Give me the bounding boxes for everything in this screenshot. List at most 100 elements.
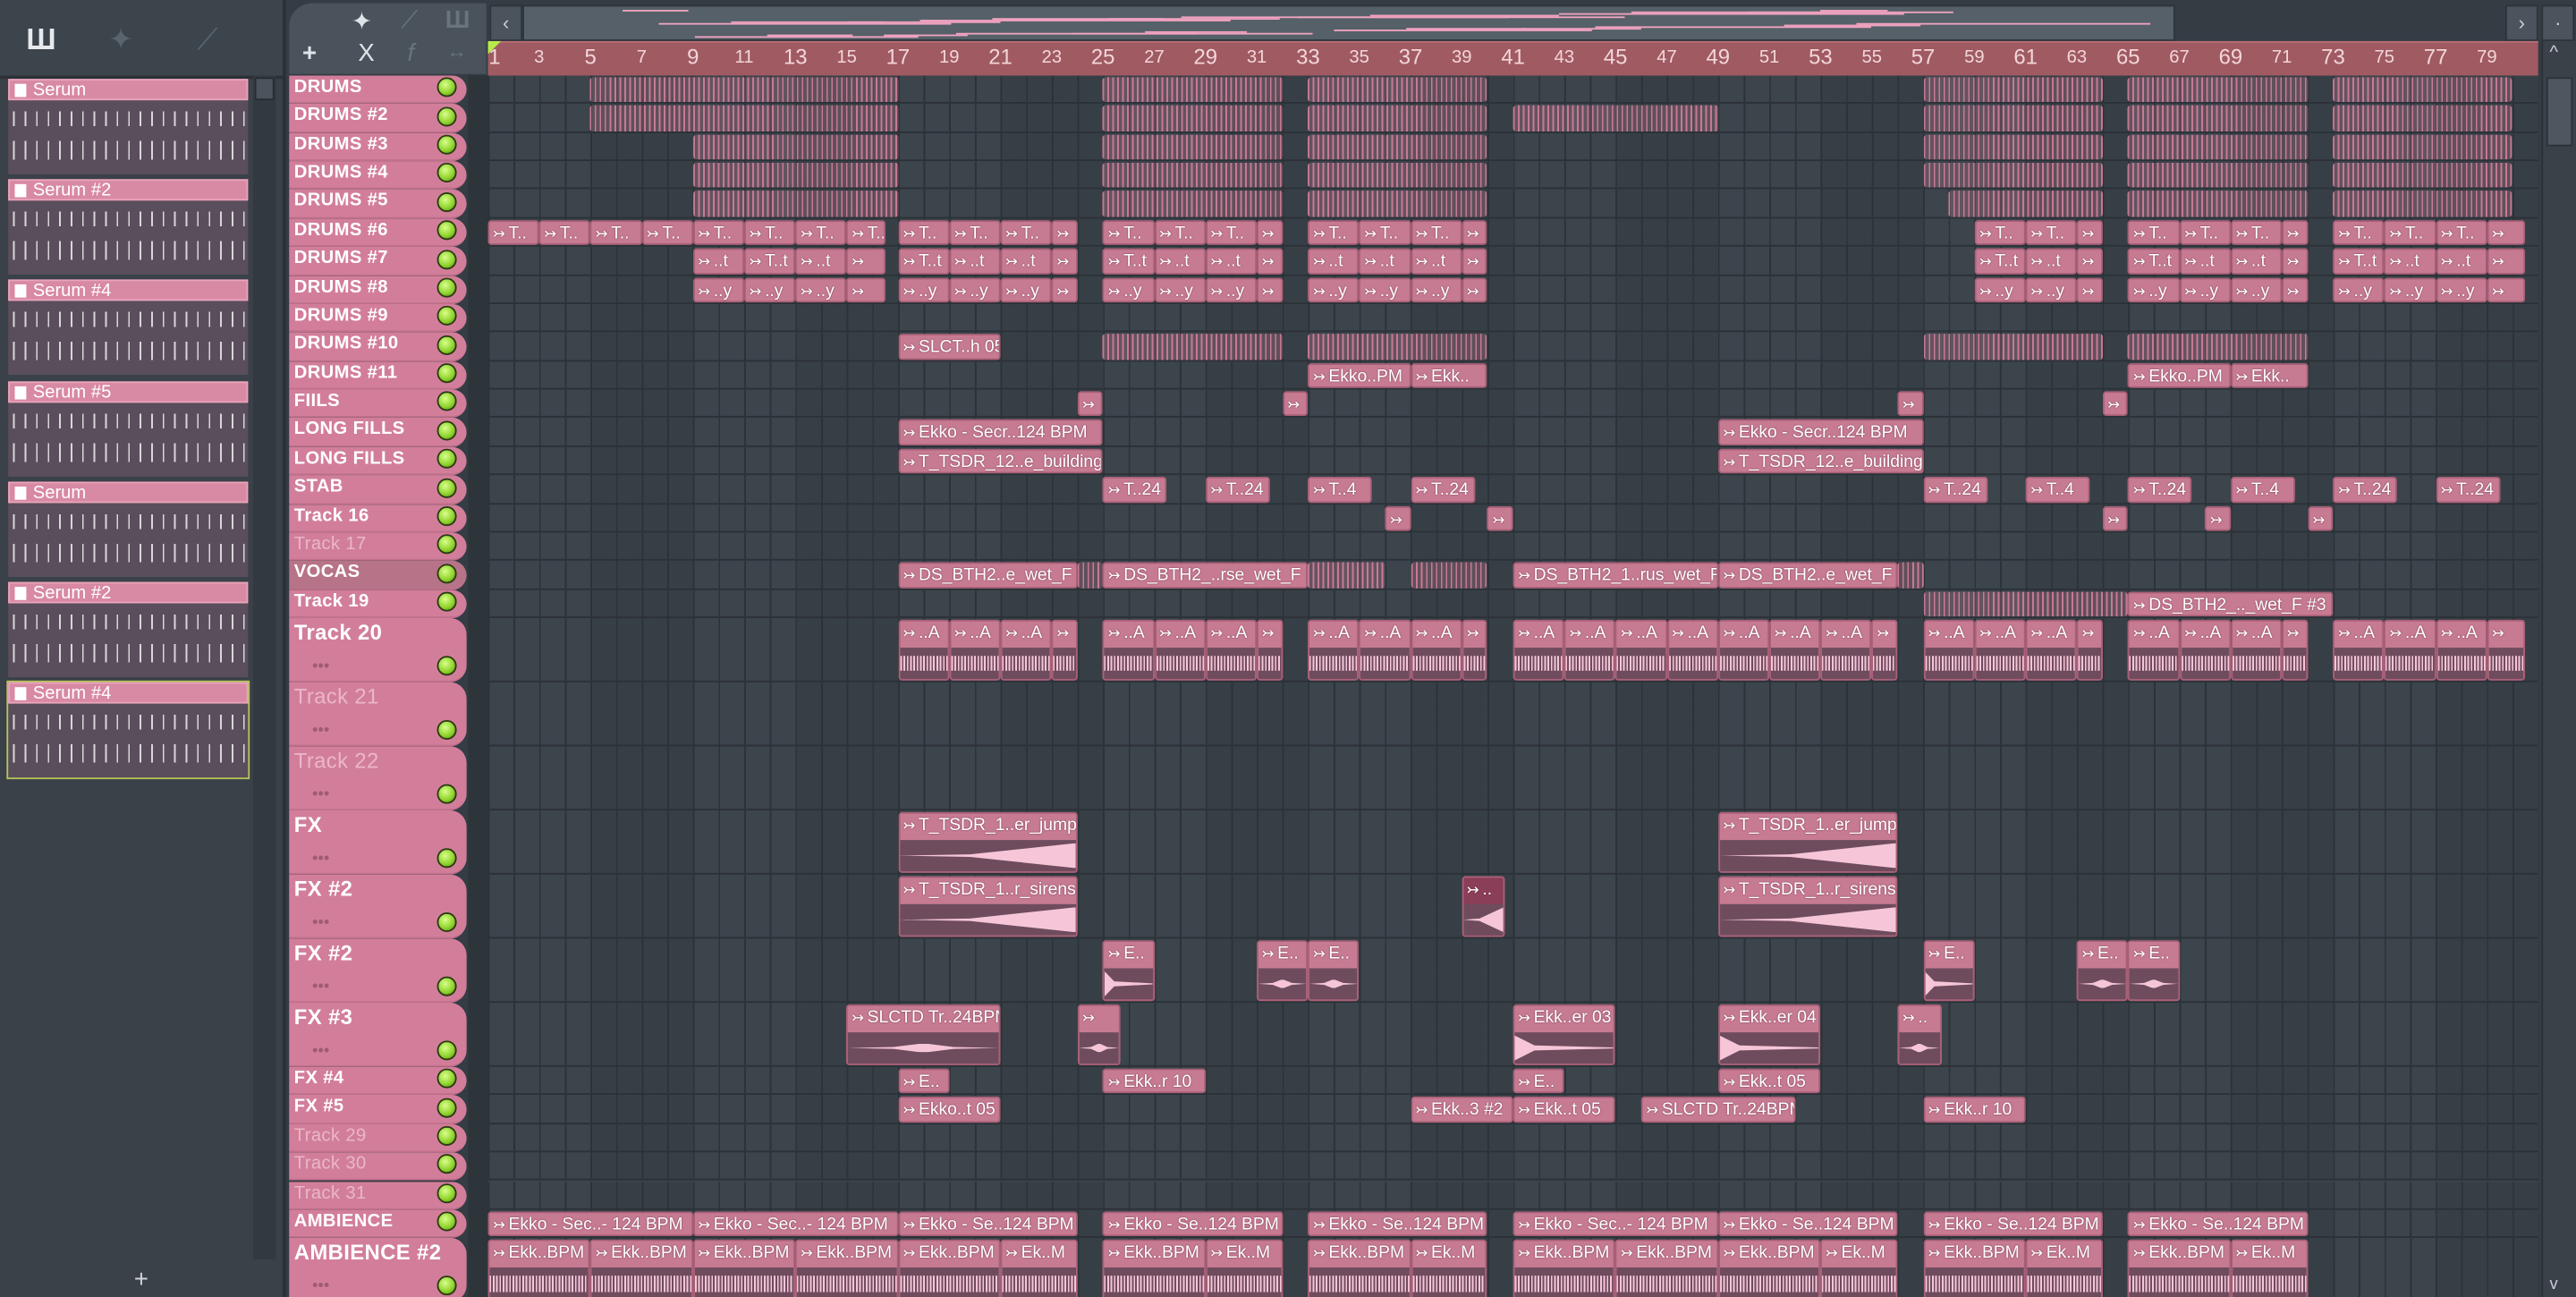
pattern-clip[interactable] — [1308, 106, 1487, 131]
audio-clip[interactable]: ↣ ..y — [1154, 276, 1206, 303]
track-header[interactable]: AMBIENCE — [289, 1209, 467, 1239]
track-header[interactable]: DRUMS #2 — [289, 104, 467, 133]
pattern-clip[interactable] — [2128, 77, 2308, 103]
audio-clip[interactable]: ↣ — [1257, 619, 1283, 681]
audio-clip[interactable]: ↣ ..y — [1103, 276, 1155, 303]
track-header[interactable]: Track 17 — [289, 532, 467, 562]
track-enable-led[interactable] — [436, 249, 457, 269]
pattern-clip[interactable] — [1923, 77, 2103, 103]
track-row[interactable]: ↣ SLCTD Tr..24BPM ↣ ↣ Ekk..er 03 ↣ Ekk..er 04 ↣… — [487, 1003, 2538, 1067]
audio-clip[interactable]: ↣ — [2102, 391, 2129, 417]
track-header[interactable]: LONG FILLS — [289, 446, 467, 476]
audio-clip[interactable]: ↣ Ekk..BPM — [2128, 1240, 2231, 1297]
audio-clip[interactable]: ↣ — [1385, 505, 1411, 531]
audio-clip[interactable]: ↣ Ekk..t 05 — [1513, 1097, 1616, 1123]
track-enable-led[interactable] — [436, 106, 457, 126]
audio-clip[interactable]: ↣ DS_BTH2..e_wet_F — [897, 563, 1078, 589]
track-header[interactable]: FX #4 — [289, 1066, 467, 1096]
track-row[interactable]: ↣ T_TSDR_1..er_jump ↣ T_TSDR_1..er_jump — [487, 810, 2538, 875]
audio-clip[interactable]: ↣ Ekko - Se..124 BPM — [1308, 1211, 1487, 1237]
audio-clip[interactable]: ↣ T.. — [949, 219, 1001, 246]
audio-clip[interactable]: ↣ T.. — [795, 219, 847, 246]
audio-clip[interactable]: ↣ ..y — [1410, 276, 1462, 303]
audio-clip[interactable]: ↣ Ekk..BPM — [1923, 1240, 2026, 1297]
audio-clip[interactable]: ↣ DS_BTH2_..rse_wet_F — [1103, 563, 1309, 589]
audio-clip[interactable]: ↣ T_TSDR_1..r_sirens — [897, 876, 1078, 937]
pattern-item[interactable]: Serum #2 — [8, 179, 249, 276]
pattern-clip[interactable] — [1308, 134, 1487, 160]
audio-clip[interactable]: ↣ — [2487, 619, 2526, 681]
audio-clip[interactable]: ↣ T.. — [2179, 219, 2231, 246]
scroll-up-icon[interactable]: ^ — [2550, 43, 2558, 63]
pattern-clip[interactable] — [2128, 334, 2308, 360]
audio-clip[interactable]: ↣ T_TSDR_1..r_sirens — [1717, 876, 1898, 937]
audio-clip[interactable]: ↣ ..t — [2436, 248, 2487, 275]
scroll-left-button[interactable]: ‹ — [489, 4, 523, 41]
audio-clip[interactable]: ↣ T..24 — [1410, 477, 1475, 503]
track-header[interactable]: FX ••• — [289, 810, 467, 875]
pattern-clip[interactable] — [2128, 191, 2308, 217]
piano-roll-icon[interactable]: Ш — [445, 6, 470, 34]
audio-clip[interactable]: ↣ T_TSDR_1..er_jump — [897, 811, 1078, 873]
audio-clip[interactable]: ↣ T.. — [692, 219, 744, 246]
audio-clip[interactable]: ↣ Ekko - Se..124 BPM — [1717, 1211, 1898, 1237]
track-row[interactable]: ↣ ..t ↣ T..t ↣ ..t ↣ ↣ T..t ↣ ..t ↣ ..t ↣ ↣ T..t ↣ ..t ↣..… — [487, 247, 2538, 276]
audio-clip[interactable]: ↣ — [1282, 391, 1309, 417]
audio-clip[interactable]: ↣ ..A — [949, 619, 1001, 681]
track-row[interactable]: ↣ Ekko..t 05 ↣ Ekk..3 #2 ↣ Ekk..t 05 ↣ SLCTD Tr… — [487, 1095, 2538, 1124]
audio-clip[interactable]: ↣ T.. — [2025, 219, 2077, 246]
track-row[interactable]: ↣ ..y ↣ ..y ↣ ..y ↣ ↣ ..y ↣ ..y ↣ ..y ↣ ↣ ..y ↣ ..y ↣ ..y ↣ ↣… — [487, 275, 2538, 304]
audio-clip[interactable]: ↣ — [1051, 619, 1078, 681]
audio-clip[interactable]: ↣ ..y — [1974, 276, 2026, 303]
audio-clip[interactable]: ↣ Ekk..BPM — [590, 1240, 693, 1297]
track-row[interactable]: ↣ E.. ↣ E.. ↣ E.. ↣ E.. ↣ E.. ↣ E.. — [487, 938, 2538, 1004]
audio-clip[interactable]: ↣ ..A — [1974, 619, 2026, 681]
audio-clip[interactable]: ↣ ..y — [2025, 276, 2077, 303]
audio-clip[interactable]: ↣ T..24 — [2436, 477, 2500, 503]
audio-clip[interactable]: ↣ ..A — [1410, 619, 1462, 681]
track-enable-led[interactable] — [436, 1098, 457, 1118]
audio-clip[interactable]: ↣ — [2076, 276, 2103, 303]
audio-clip[interactable]: ↣ — [1051, 276, 1078, 303]
audio-clip[interactable]: ↣ E.. — [1513, 1068, 1564, 1094]
track-enable-led[interactable] — [436, 912, 457, 933]
audio-clip[interactable]: ↣ ..t — [795, 248, 847, 275]
track-enable-led[interactable] — [436, 656, 457, 676]
audio-clip[interactable]: ↣ Ekko - Se..124 BPM — [1103, 1211, 1283, 1237]
pattern-item[interactable]: Serum #2 — [8, 581, 249, 678]
track-row[interactable]: ↣ Ekk..BPM ↣ Ekk..BPM ↣ Ekk..BPM ↣ Ekk..BPM ↣ Ekk… — [487, 1238, 2538, 1297]
audio-clip[interactable]: ↣ T.. — [1205, 219, 1258, 246]
playlist-grid[interactable]: ↣ T.. ↣ T.. ↣ T.. ↣ T.. ↣ T.. ↣ T.. ↣ T.. ↣ T.. ↣ T.. ↣ T..… — [487, 75, 2538, 1297]
track-row[interactable]: ↣ T.. ↣ T.. ↣ T.. ↣ T.. ↣ T.. ↣ T.. ↣ T.. ↣ T.. ↣ T.. ↣ T..… — [487, 218, 2538, 248]
audio-clip[interactable]: ↣ ..A — [1359, 619, 1411, 681]
audio-clip[interactable]: ↣ T.. — [846, 219, 886, 246]
track-header[interactable]: FX #2 ••• — [289, 938, 467, 1004]
pattern-clip[interactable] — [1923, 590, 2129, 617]
audio-clip[interactable]: ↣ T..t — [2128, 248, 2180, 275]
track-header[interactable]: Track 31 — [289, 1181, 467, 1210]
audio-clip[interactable]: ↣ — [1257, 219, 1283, 246]
pattern-clip[interactable] — [692, 163, 898, 189]
pattern-clip[interactable] — [1103, 134, 1283, 160]
audio-clip[interactable]: ↣ T..t — [897, 248, 950, 275]
pattern-item[interactable]: Serum #4 — [6, 681, 250, 780]
audio-clip[interactable]: ↣ — [2307, 505, 2334, 531]
audio-clip[interactable]: ↣ — [846, 248, 886, 275]
automation-icon[interactable]: ⟋ — [197, 23, 217, 58]
track-header[interactable]: DRUMS #10 — [289, 332, 467, 361]
audio-clip[interactable]: ↣ ..A — [2025, 619, 2077, 681]
track-enable-led[interactable] — [436, 848, 457, 869]
audio-clip[interactable]: ↣ E.. — [897, 1068, 950, 1094]
audio-clip[interactable]: ↣ E.. — [1103, 940, 1155, 1002]
audio-clip[interactable]: ↣ ..A — [1154, 619, 1206, 681]
track-row[interactable] — [487, 132, 2538, 162]
curve-tool-button[interactable]: f — [408, 39, 415, 67]
pattern-item[interactable]: Serum #4 — [8, 280, 249, 376]
audio-clip[interactable]: ↣ ..t — [949, 248, 1001, 275]
audio-clip[interactable]: ↣ Ekko - Sec..- 124 BPM — [692, 1211, 898, 1237]
audio-clip[interactable]: ↣ T.. — [538, 219, 591, 246]
audio-clip[interactable]: ↣ — [1077, 391, 1104, 417]
pattern-clip[interactable] — [692, 191, 898, 217]
audio-clip[interactable]: ↣ ..y — [2333, 276, 2385, 303]
track-row[interactable] — [487, 1123, 2538, 1153]
